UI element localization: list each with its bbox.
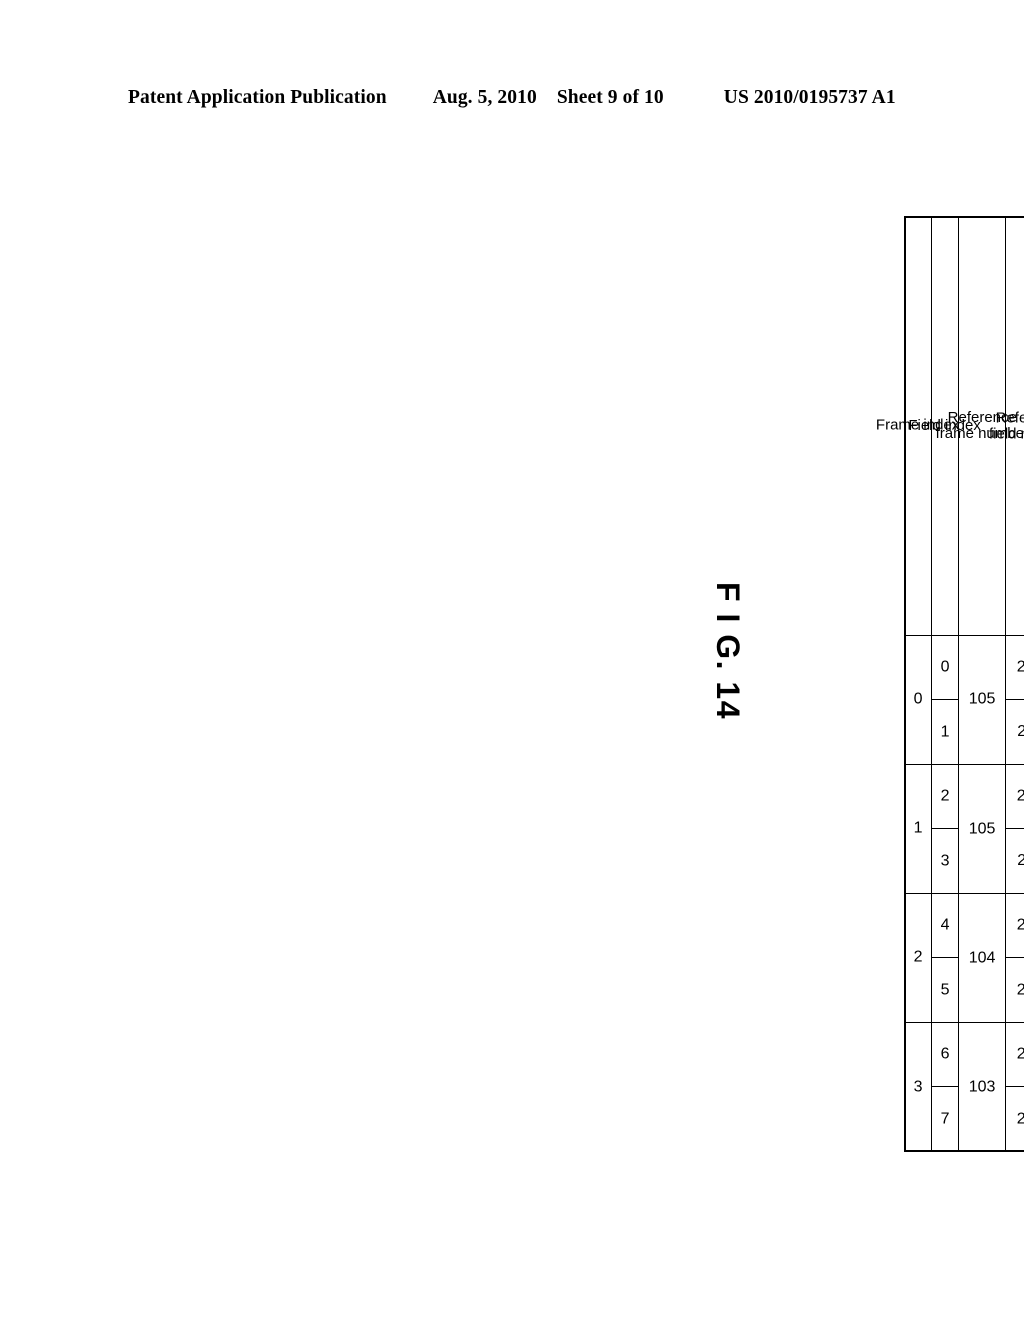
figure-label: F I G. 14 [710,582,746,720]
table-row: Field index 0 1 2 3 4 5 6 7 [909,216,981,1152]
cell-reference-field-number-4: 208 [1006,893,1024,958]
cell-reference-field-number-frame-0: 210 211 [1005,635,1024,765]
cell-field-index-5: 5 [931,957,958,1022]
page-running-header: Patent Application Publication Aug. 5, 2… [128,87,896,109]
cell-field-index-frame-1: 2 3 [931,764,959,894]
figure-14-table: Color difference signal Predictiveparame… [876,216,1024,1152]
patent-number: US 2010/0195737 A1 [723,87,896,108]
row-header-frame-index: Frame index [876,216,960,636]
table-row: Reference frame number 105 105 104 103 [936,216,1024,1152]
cell-reference-field-number-2: 210 [1006,764,1024,829]
cell-reference-field-number-3: 211 [1006,828,1024,893]
cell-reference-field-number-5: 209 [1006,957,1024,1022]
cell-reference-field-number-frame-2: 208 209 [1005,893,1024,1023]
cell-field-index-0: 0 [931,635,958,700]
cell-reference-frame-number-frame-1: 105 [958,764,1006,894]
table-row: Frame index 0 1 2 3 [876,216,960,1152]
cell-field-index-2: 2 [931,764,958,829]
cell-field-index-frame-0: 0 1 [931,635,959,765]
cell-reference-frame-number-frame-2: 104 [958,893,1006,1023]
cell-frame-index-frame-1: 1 [904,764,932,894]
figure-14-table-container: Color difference signal Predictiveparame… [876,216,1024,1152]
cell-field-index-4: 4 [931,893,958,958]
cell-reference-field-number-0: 210 [1006,635,1024,700]
cell-field-index-frame-3: 6 7 [931,1022,959,1152]
cell-frame-index-frame-0: 0 [904,635,932,765]
cell-reference-field-number-frame-3: 206 207 [1005,1022,1024,1152]
cell-field-index-6: 6 [931,1022,958,1087]
cell-field-index-1: 1 [931,699,958,764]
publication-label: Patent Application Publication [128,87,387,108]
cell-reference-field-number-1: 211 [1006,699,1024,764]
sheet-number: Sheet 9 of 10 [556,87,664,108]
cell-frame-index-frame-3: 3 [904,1022,932,1152]
cell-reference-frame-number-frame-0: 105 [958,635,1006,765]
cell-field-index-frame-2: 4 5 [931,893,959,1023]
table-row: Referencefield number 210 211 210 211 [989,216,1024,1152]
cell-reference-frame-number-frame-3: 103 [958,1022,1006,1152]
cell-reference-field-number-6: 206 [1006,1022,1024,1087]
cell-reference-field-number-7: 207 [1006,1086,1024,1151]
publication-date: Aug. 5, 2010 [432,87,537,108]
cell-reference-field-number-frame-1: 210 211 [1005,764,1024,894]
row-header-frame-index-label: Frame index [876,416,960,434]
cell-frame-index-frame-2: 2 [904,893,932,1023]
cell-field-index-3: 3 [931,828,958,893]
cell-field-index-7: 7 [931,1086,958,1151]
